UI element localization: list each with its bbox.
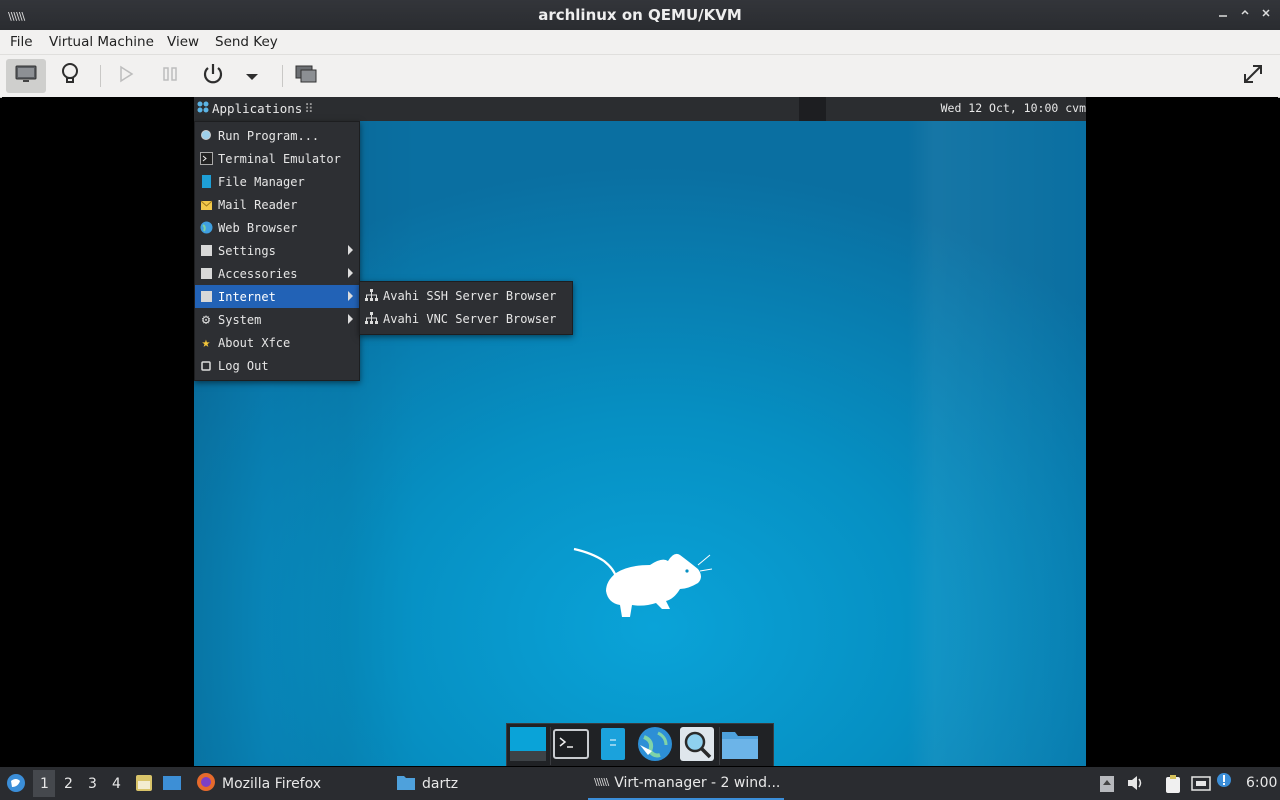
task-virt-manager[interactable]: \\\\\\ Virt-manager - 2 wind...	[588, 767, 784, 800]
maximize-icon[interactable]	[1237, 6, 1253, 22]
show-desktop-icon[interactable]	[162, 775, 182, 795]
menu-item-terminal[interactable]: Terminal Emulator	[195, 147, 359, 170]
workspace-4[interactable]: 4	[112, 776, 121, 792]
host-clock[interactable]: 6:00	[1246, 775, 1277, 791]
submenu-item-avahi-ssh[interactable]: Avahi SSH Server Browser	[360, 284, 572, 307]
dropdown-arrow-icon	[245, 67, 259, 86]
network-icon	[364, 289, 378, 303]
menu-item-settings[interactable]: Settings	[195, 239, 359, 262]
minimize-icon[interactable]	[1215, 6, 1231, 22]
fullscreen-button[interactable]	[1233, 59, 1273, 93]
shutdown-menu-button[interactable]	[232, 59, 272, 93]
folder-icon	[721, 728, 759, 764]
firefox-icon	[196, 772, 216, 796]
pause-button[interactable]	[150, 59, 190, 93]
dock-show-desktop[interactable]	[508, 726, 548, 766]
network-icon	[364, 312, 378, 326]
submenu-arrow-icon	[348, 268, 353, 278]
show-desktop-icon	[509, 726, 547, 766]
file-manager-icon	[199, 175, 213, 189]
globe-icon	[199, 221, 213, 235]
close-icon[interactable]	[1258, 6, 1274, 22]
play-icon	[117, 65, 135, 87]
pause-icon	[161, 65, 179, 87]
guest-clock: Wed 12 Oct, 10:00 cvm	[940, 101, 1086, 115]
menu-item-mail-reader[interactable]: Mail Reader	[195, 193, 359, 216]
window-titlebar: \\\\\\ archlinux on QEMU/KVM	[0, 0, 1280, 30]
clipboard-icon[interactable]	[1164, 774, 1182, 798]
menu-item-web-browser[interactable]: Web Browser	[195, 216, 359, 239]
menu-item-accessories[interactable]: Accessories	[195, 262, 359, 285]
folder-icon	[396, 773, 416, 795]
dock-web-browser[interactable]	[635, 725, 675, 767]
files-icon	[598, 727, 628, 765]
mail-icon	[199, 198, 213, 212]
guest-top-panel: Applications ⠿ Wed 12 Oct, 10:00 cvm	[194, 97, 1086, 121]
menu-item-file-manager[interactable]: File Manager	[195, 170, 359, 193]
guest-desktop[interactable]: Applications ⠿ Wed 12 Oct, 10:00 cvm Run…	[194, 97, 1086, 766]
app-finder-icon	[679, 726, 715, 766]
internet-submenu: Avahi SSH Server Browser Avahi VNC Serve…	[359, 281, 573, 335]
virt-manager-icon: \\\\\\	[594, 777, 609, 788]
whisker-menu-icon[interactable]	[6, 773, 26, 797]
volume-icon[interactable]	[1127, 775, 1145, 795]
host-taskbar: 1 2 3 4 Mozilla Firefox dartz \\\\\\ Vir…	[0, 767, 1280, 800]
web-browser-icon	[636, 725, 674, 767]
dock-terminal[interactable]	[550, 726, 591, 765]
run-button[interactable]	[106, 59, 146, 93]
applications-menu-button[interactable]: Applications ⠿	[196, 100, 313, 117]
toolbar	[0, 55, 1280, 98]
notification-icon[interactable]	[1099, 775, 1115, 797]
accessories-icon	[199, 267, 213, 281]
menu-send-key[interactable]: Send Key	[215, 34, 278, 50]
workspace-1[interactable]: 1	[40, 776, 49, 792]
menu-item-log-out[interactable]: Log Out	[195, 354, 359, 377]
shutdown-button[interactable]	[193, 59, 233, 93]
workspace-3[interactable]: 3	[88, 776, 97, 792]
terminal-icon	[199, 152, 213, 166]
console-icon	[14, 64, 38, 88]
dock-files[interactable]	[593, 727, 633, 765]
menu-item-system[interactable]: ⚙ System	[195, 308, 359, 331]
gear-icon: ⚙	[201, 311, 211, 328]
menu-virtual-machine[interactable]: Virtual Machine	[49, 34, 154, 50]
star-icon: ★	[201, 334, 211, 351]
window-title: archlinux on QEMU/KVM	[538, 6, 742, 24]
logout-icon	[199, 359, 213, 373]
dock-app-finder[interactable]	[677, 726, 717, 766]
search-icon	[199, 129, 213, 143]
lightbulb-icon	[59, 62, 81, 90]
console-button[interactable]	[6, 59, 46, 93]
snapshot-button[interactable]	[286, 59, 326, 93]
power-icon	[201, 62, 225, 90]
internet-icon	[199, 290, 213, 304]
menu-item-internet[interactable]: Internet	[195, 285, 359, 308]
menu-file[interactable]: File	[10, 34, 33, 50]
network-icon[interactable]	[1191, 775, 1211, 797]
guest-dock	[506, 723, 774, 766]
menu-item-about-xfce[interactable]: ★ About Xfce	[195, 331, 359, 354]
menu-item-run-program[interactable]: Run Program...	[195, 124, 359, 147]
fullscreen-icon	[1241, 62, 1265, 90]
submenu-arrow-icon	[348, 314, 353, 324]
menubar: File Virtual Machine View Send Key	[0, 30, 1280, 55]
details-button[interactable]	[50, 59, 90, 93]
submenu-item-avahi-vnc[interactable]: Avahi VNC Server Browser	[360, 307, 572, 330]
dock-folder[interactable]	[719, 726, 760, 765]
menu-view[interactable]: View	[167, 34, 199, 50]
settings-icon	[199, 244, 213, 258]
terminal-icon	[553, 728, 589, 764]
task-dartz[interactable]: dartz	[392, 767, 572, 800]
submenu-arrow-icon	[348, 291, 353, 301]
xfce-logo-icon	[196, 100, 210, 117]
updates-icon[interactable]	[1216, 772, 1232, 792]
screenshot-icon	[294, 63, 318, 89]
notes-icon[interactable]	[135, 774, 153, 796]
submenu-arrow-icon	[348, 245, 353, 255]
task-firefox[interactable]: Mozilla Firefox	[192, 767, 382, 800]
applications-label: Applications	[212, 101, 303, 116]
workspace-2[interactable]: 2	[64, 776, 73, 792]
xfce-mouse-logo	[570, 543, 713, 625]
applications-menu: Run Program... Terminal Emulator File Ma…	[194, 121, 360, 381]
